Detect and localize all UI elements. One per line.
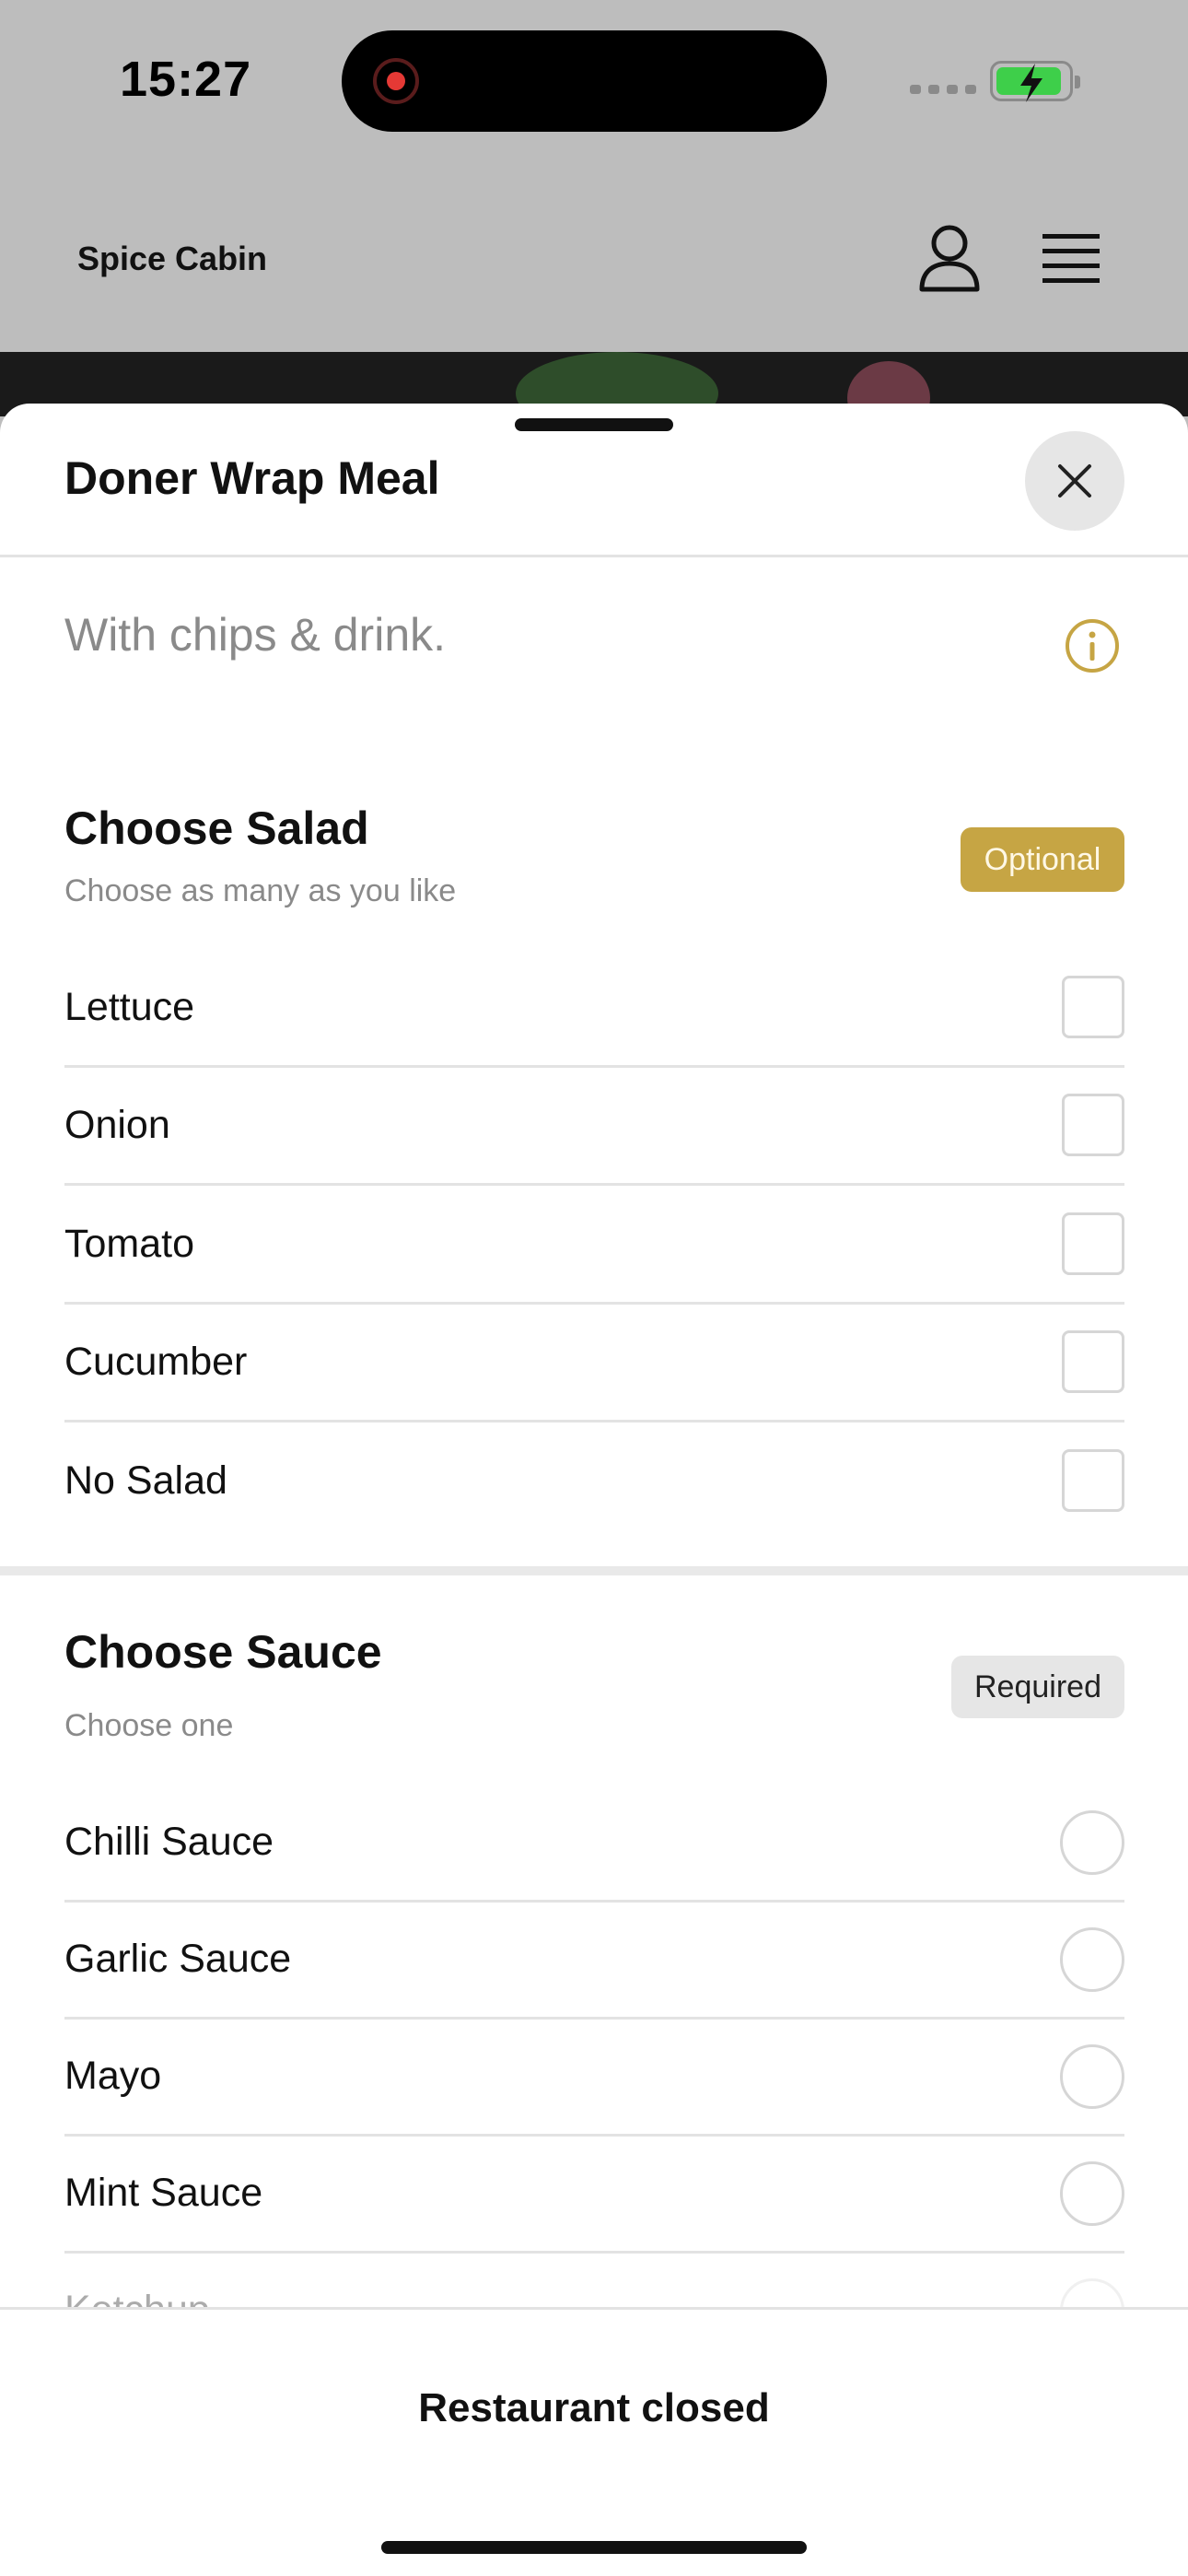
status-bar: 15:27: [0, 0, 1188, 166]
section-title-sauce: Choose Sauce: [64, 1626, 382, 1678]
salad-option-lettuce[interactable]: Lettuce: [64, 950, 1124, 1068]
option-label: Chilli Sauce: [64, 1820, 274, 1864]
checkbox[interactable]: [1062, 1212, 1124, 1275]
close-button[interactable]: [1025, 431, 1124, 531]
menu-icon[interactable]: [1041, 230, 1101, 286]
dynamic-island: [342, 30, 827, 132]
checkbox[interactable]: [1062, 1094, 1124, 1156]
section-subtitle-salad: Choose as many as you like: [64, 873, 457, 908]
radio-button[interactable]: [1060, 1927, 1124, 1992]
section-subtitle-sauce: Choose one: [64, 1708, 234, 1743]
app-header: Spice Cabin: [0, 166, 1188, 352]
option-label: Onion: [64, 1103, 170, 1147]
option-label: Cucumber: [64, 1340, 248, 1384]
optional-badge: Optional: [961, 827, 1124, 892]
footer-bar: Restaurant closed: [0, 2307, 1188, 2576]
checkbox[interactable]: [1062, 1449, 1124, 1512]
option-label: No Salad: [64, 1458, 227, 1503]
option-label: Garlic Sauce: [64, 1937, 292, 1981]
checkbox[interactable]: [1062, 976, 1124, 1038]
close-icon: [1058, 464, 1091, 498]
option-label: Lettuce: [64, 985, 195, 1029]
home-indicator[interactable]: [381, 2541, 807, 2554]
sauce-option-mint[interactable]: Mint Sauce: [64, 2136, 1124, 2254]
restaurant-status: Restaurant closed: [418, 2385, 770, 2430]
divider: [0, 555, 1188, 557]
item-description: With chips & drink.: [64, 609, 447, 661]
radio-button[interactable]: [1060, 2044, 1124, 2109]
info-icon[interactable]: [1064, 617, 1121, 674]
section-divider: [0, 1566, 1188, 1575]
salad-option-onion[interactable]: Onion: [64, 1068, 1124, 1186]
option-label: Tomato: [64, 1222, 195, 1266]
option-label: Mint Sauce: [64, 2171, 263, 2215]
radio-button[interactable]: [1060, 1810, 1124, 1875]
salad-option-no-salad[interactable]: No Salad: [64, 1423, 1124, 1541]
section-title-salad: Choose Salad: [64, 802, 369, 854]
signal-icon: [910, 85, 976, 94]
sauce-option-chilli[interactable]: Chilli Sauce: [64, 1785, 1124, 1903]
salad-option-tomato[interactable]: Tomato: [64, 1187, 1124, 1305]
option-label: Mayo: [64, 2054, 162, 2098]
sheet-grabber[interactable]: [515, 418, 673, 431]
brand-name[interactable]: Spice Cabin: [77, 240, 267, 278]
checkbox[interactable]: [1062, 1330, 1124, 1393]
status-time: 15:27: [120, 52, 252, 107]
sauce-option-mayo[interactable]: Mayo: [64, 2019, 1124, 2137]
record-icon: [373, 58, 419, 104]
salad-option-cucumber[interactable]: Cucumber: [64, 1305, 1124, 1423]
user-icon[interactable]: [917, 223, 982, 293]
sauce-option-garlic[interactable]: Garlic Sauce: [64, 1902, 1124, 2020]
item-sheet: Doner Wrap Meal With chips & drink. Choo…: [0, 404, 1188, 2576]
item-title: Doner Wrap Meal: [64, 452, 440, 504]
radio-button[interactable]: [1060, 2161, 1124, 2226]
required-badge: Required: [951, 1656, 1124, 1718]
battery-icon: [990, 61, 1080, 102]
